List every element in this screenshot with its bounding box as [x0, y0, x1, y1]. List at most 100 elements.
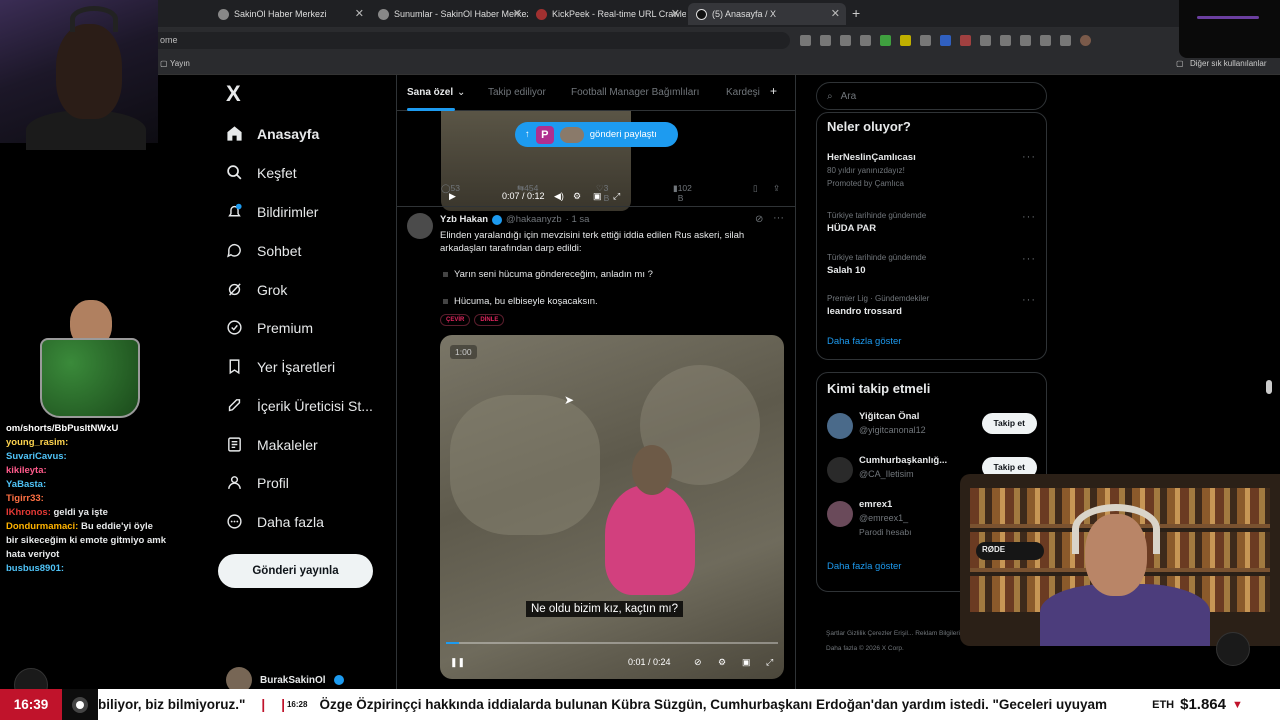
- trends-show-more[interactable]: Daha fazla göster: [827, 336, 901, 347]
- close-tab-icon[interactable]: ✕: [831, 7, 840, 20]
- profile-avatar-icon[interactable]: [1080, 35, 1091, 46]
- tweet-video[interactable]: 1:00 ➤ Ne oldu bizim kız, kaçtın mı? ❚❚ …: [440, 335, 784, 679]
- star-icon[interactable]: [840, 35, 851, 46]
- trends-card: Neler oluyor? HerNeslinÇamlıcası 80 yıld…: [816, 112, 1047, 360]
- video-person-body: [605, 485, 695, 595]
- share-icon[interactable]: ⇪: [773, 183, 780, 194]
- pip-icon[interactable]: ▣: [742, 657, 751, 668]
- nav-kesfet[interactable]: Keşfet: [226, 164, 297, 181]
- nav-icerik-ureticisi[interactable]: İçerik Üreticisi St...: [226, 397, 373, 414]
- extension-icon[interactable]: [800, 35, 811, 46]
- trend-item[interactable]: Türkiye tarihinde gündemde Salah 10: [827, 251, 926, 277]
- more-options-icon[interactable]: ···: [1022, 253, 1036, 265]
- grok-float-button[interactable]: [1216, 632, 1250, 666]
- scrollbar-thumb[interactable]: [1266, 380, 1272, 394]
- avatar[interactable]: [407, 213, 433, 239]
- translate-pill[interactable]: ÇEVİR: [440, 314, 471, 326]
- nav-premium[interactable]: Premium: [226, 319, 313, 336]
- extension-icon[interactable]: [820, 35, 831, 46]
- nav-profil[interactable]: Profil: [226, 474, 289, 491]
- extension-icon[interactable]: [940, 35, 951, 46]
- listen-pill[interactable]: DİNLE: [474, 314, 505, 326]
- nav-yer-isaretleri[interactable]: Yer İşaretleri: [226, 358, 335, 375]
- extension-icon[interactable]: [900, 35, 911, 46]
- reply-button[interactable]: ◯ 53: [441, 183, 460, 194]
- video-subtitle: Ne oldu bizim kız, kaçtın mı?: [526, 601, 683, 617]
- browser-tab-bar: SakinOl Haber Merkezi ✕ Sunumlar - Sakin…: [0, 0, 1280, 28]
- add-tab-icon[interactable]: +: [770, 84, 777, 98]
- who-show-more[interactable]: Daha fazla göster: [827, 561, 901, 572]
- puzzle-icon[interactable]: [980, 35, 991, 46]
- collections-icon[interactable]: [1040, 35, 1051, 46]
- bookmark-icon[interactable]: ▯: [753, 183, 758, 194]
- cursor-icon: ➤: [564, 393, 575, 407]
- close-tab-icon[interactable]: ✕: [671, 7, 680, 20]
- tab-sana-ozel[interactable]: Sana özel: [407, 87, 453, 98]
- tab-football-manager[interactable]: Football Manager Bağımlıları: [571, 87, 699, 98]
- search-icon: ⌕: [827, 90, 833, 102]
- ticker-clock: 16:39: [0, 689, 62, 720]
- video-scene: [450, 395, 600, 535]
- follow-suggestion[interactable]: Yiğitcan Önal @yigitcanonal12 Takip et: [827, 411, 1037, 451]
- mug-guest-cam: [30, 300, 155, 418]
- download-icon[interactable]: [1060, 35, 1071, 46]
- chevron-down-icon[interactable]: ⌄: [457, 87, 465, 98]
- tab-kardesi[interactable]: Kardeşi: [726, 87, 760, 98]
- more-icon: [226, 513, 243, 530]
- extension-icon[interactable]: [860, 35, 871, 46]
- tab-takip-ediliyor[interactable]: Takip ediliyor: [488, 87, 546, 98]
- close-tab-icon[interactable]: ✕: [355, 7, 364, 20]
- close-tab-icon[interactable]: ✕: [513, 7, 522, 20]
- nav-makaleler[interactable]: Makaleler: [226, 436, 318, 453]
- repost-button[interactable]: ⇆ 454: [517, 183, 538, 194]
- x-logo[interactable]: X: [226, 83, 246, 105]
- pause-icon[interactable]: ❚❚: [450, 657, 465, 668]
- trend-item[interactable]: Türkiye tarihinde gündemde HÜDA PAR: [827, 209, 926, 235]
- like-button[interactable]: ♡ 3 B: [596, 183, 609, 203]
- nav-bildirimler[interactable]: Bildirimler: [226, 203, 318, 220]
- extension-icon[interactable]: [960, 35, 971, 46]
- video-person-head: [632, 445, 672, 495]
- nav-anasayfa[interactable]: Anasayfa: [226, 125, 319, 142]
- trend-item[interactable]: Premier Lig · Gündemdekiler leandro tros…: [827, 292, 929, 318]
- nav-daha-fazla[interactable]: Daha fazla: [226, 513, 324, 530]
- more-options-icon[interactable]: ···: [1022, 211, 1036, 223]
- trend-item[interactable]: HerNeslinÇamlıcası 80 yıldır yanınızdayı…: [827, 151, 916, 190]
- tab-sunumlar[interactable]: Sunumlar - SakinOl Haber Merkezi ✕: [370, 3, 528, 25]
- grok-icon[interactable]: ⊘: [755, 214, 763, 225]
- settings-icon[interactable]: ⚙: [718, 657, 726, 668]
- kickpeek-icon: [536, 8, 547, 20]
- search-input[interactable]: ⌕ Ara: [816, 82, 1047, 110]
- fullscreen-icon[interactable]: ⤢: [766, 657, 773, 668]
- video-time: 0:01 / 0:24: [628, 657, 671, 667]
- avatar: [559, 126, 584, 143]
- bookmark-other[interactable]: Diğer sık kullanılanlar: [1190, 59, 1266, 68]
- author-handle[interactable]: @hakaanyzb: [506, 214, 562, 225]
- extension-icon[interactable]: [880, 35, 891, 46]
- video-progress-bar[interactable]: [446, 642, 778, 644]
- nav-sohbet[interactable]: Sohbet: [226, 242, 301, 259]
- sidebar-footer[interactable]: Şartlar Gizlilik Çerezler Erişil... Rekl…: [826, 626, 976, 656]
- new-tab-icon[interactable]: +: [852, 5, 860, 21]
- tab-x-anasayfa[interactable]: (5) Anasayfa / X ✕: [688, 3, 846, 25]
- more-options-icon[interactable]: ···: [1022, 294, 1036, 306]
- post-time[interactable]: · 1 sa: [566, 214, 590, 225]
- x-favicon-icon: [696, 8, 707, 20]
- views-button[interactable]: ▮ 102 B: [673, 183, 692, 203]
- share-notification-pill[interactable]: ↑ P gönderi paylaştı: [515, 122, 678, 147]
- post-button[interactable]: Gönderi yayınla: [218, 554, 373, 588]
- mute-icon[interactable]: ⊘: [694, 657, 702, 668]
- follow-button[interactable]: Takip et: [981, 413, 1037, 434]
- more-options-icon[interactable]: ···: [1022, 151, 1036, 163]
- bookmark-yayin[interactable]: Yayın: [170, 59, 190, 68]
- tab-kickpeek[interactable]: KickPeek - Real-time URL Crawler ✕: [528, 3, 686, 25]
- address-field[interactable]: ome: [150, 32, 790, 49]
- tab-sakinol-haber[interactable]: SakinOl Haber Merkezi ✕: [210, 3, 370, 25]
- nav-grok[interactable]: Grok: [226, 281, 287, 298]
- author-name[interactable]: Yzb Hakan: [440, 214, 488, 225]
- video-duration-badge: 1:00: [450, 345, 477, 359]
- more-options-icon[interactable]: ···: [773, 212, 784, 224]
- sidebar-icon[interactable]: [1000, 35, 1011, 46]
- extension-icon[interactable]: [920, 35, 931, 46]
- favorites-icon[interactable]: [1020, 35, 1031, 46]
